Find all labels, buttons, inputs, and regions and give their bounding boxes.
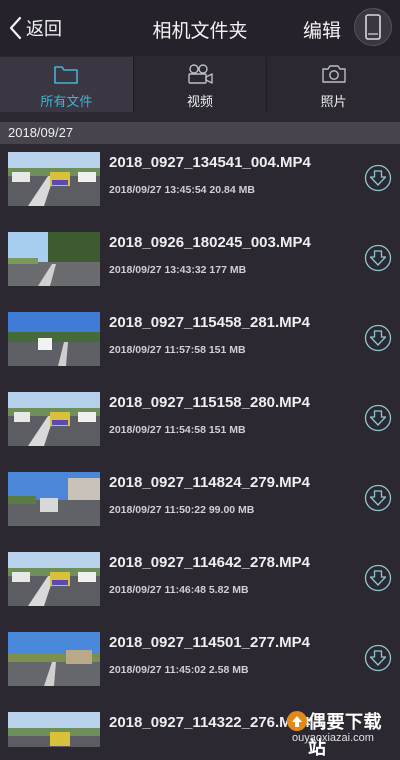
file-name: 2018_0927_114322_276.MP4	[109, 714, 311, 731]
download-button[interactable]	[364, 644, 392, 672]
file-name: 2018_0927_115158_280.MP4	[109, 394, 311, 411]
video-thumbnail	[8, 392, 100, 446]
file-name: 2018_0927_114501_277.MP4	[109, 634, 311, 651]
download-icon	[364, 164, 392, 192]
file-size: 20.84 MB	[209, 184, 255, 196]
camera-icon	[321, 65, 346, 83]
video-thumbnail	[8, 232, 100, 286]
file-meta: 2018/09/27 13:45:54 20.84 MB	[109, 184, 255, 196]
folder-icon	[54, 66, 79, 84]
download-icon	[364, 644, 392, 672]
file-list: 2018_0927_134541_004.MP4 2018/09/27 13:4…	[0, 144, 400, 747]
tab-label: 所有文件	[40, 94, 93, 109]
file-size: 5.82 MB	[208, 584, 249, 596]
tab-label: 视频	[187, 94, 214, 109]
download-icon	[364, 324, 392, 352]
file-row[interactable]: 2018_0927_114322_276.MP4	[0, 704, 400, 747]
file-name: 2018_0927_114824_279.MP4	[109, 474, 311, 491]
file-date: 2018/09/27 13:45:54	[109, 184, 207, 196]
back-label: 返回	[26, 19, 62, 39]
tab-all-files[interactable]: 所有文件	[0, 57, 134, 112]
download-button[interactable]	[364, 164, 392, 192]
file-row[interactable]: 2018_0927_114642_278.MP4 2018/09/27 11:4…	[0, 544, 400, 624]
edit-button[interactable]: 编辑	[303, 16, 341, 43]
video-thumbnail	[8, 632, 100, 686]
file-meta: 2018/09/27 11:50:22 99.00 MB	[109, 504, 254, 516]
video-thumbnail	[8, 152, 100, 206]
download-button[interactable]	[364, 564, 392, 592]
file-type-tabs: 所有文件 视频 照片	[0, 57, 400, 112]
file-date: 2018/09/27 13:43:32	[109, 264, 207, 276]
file-row[interactable]: 2018_0927_114501_277.MP4 2018/09/27 11:4…	[0, 624, 400, 704]
chevron-left-icon	[9, 16, 22, 40]
file-size: 177 MB	[209, 264, 247, 276]
file-date: 2018/09/27 11:46:48	[109, 584, 206, 596]
file-name: 2018_0927_134541_004.MP4	[109, 154, 311, 171]
file-date: 2018/09/27 11:45:02	[109, 664, 206, 676]
file-date: 2018/09/27 11:57:58	[109, 344, 206, 356]
video-thumbnail	[8, 472, 100, 526]
download-icon	[364, 404, 392, 432]
tab-photos[interactable]: 照片	[267, 57, 400, 112]
file-meta: 2018/09/27 13:43:32 177 MB	[109, 264, 246, 276]
download-button[interactable]	[364, 244, 392, 272]
file-row[interactable]: 2018_0927_114824_279.MP4 2018/09/27 11:5…	[0, 464, 400, 544]
file-meta: 2018/09/27 11:54:58 151 MB	[109, 424, 246, 436]
download-button[interactable]	[364, 404, 392, 432]
video-thumbnail	[8, 712, 100, 747]
phone-device-button[interactable]	[354, 8, 392, 46]
file-name: 2018_0926_180245_003.MP4	[109, 234, 311, 251]
file-size: 151 MB	[208, 424, 246, 436]
video-camera-icon	[188, 64, 213, 84]
file-date: 2018/09/27 11:50:22	[109, 504, 206, 516]
file-name: 2018_0927_114642_278.MP4	[109, 554, 311, 571]
download-button[interactable]	[364, 484, 392, 512]
download-button[interactable]	[364, 324, 392, 352]
file-meta: 2018/09/27 11:45:02 2.58 MB	[109, 664, 249, 676]
file-meta: 2018/09/27 11:57:58 151 MB	[109, 344, 246, 356]
file-size: 2.58 MB	[208, 664, 249, 676]
file-name: 2018_0927_115458_281.MP4	[109, 314, 311, 331]
file-row[interactable]: 2018_0927_134541_004.MP4 2018/09/27 13:4…	[0, 144, 400, 224]
download-icon	[364, 484, 392, 512]
file-row[interactable]: 2018_0926_180245_003.MP4 2018/09/27 13:4…	[0, 224, 400, 304]
video-thumbnail	[8, 552, 100, 606]
file-row[interactable]: 2018_0927_115458_281.MP4 2018/09/27 11:5…	[0, 304, 400, 384]
video-thumbnail	[8, 312, 100, 366]
download-icon	[364, 564, 392, 592]
phone-icon	[365, 14, 381, 40]
file-size: 99.00 MB	[208, 504, 255, 516]
tab-label: 照片	[320, 94, 347, 109]
file-meta: 2018/09/27 11:46:48 5.82 MB	[109, 584, 249, 596]
file-row[interactable]: 2018_0927_115158_280.MP4 2018/09/27 11:5…	[0, 384, 400, 464]
file-date: 2018/09/27 11:54:58	[109, 424, 206, 436]
date-section-header: 2018/09/27	[0, 122, 400, 144]
file-size: 151 MB	[208, 344, 246, 356]
top-bar: 返回 相机文件夹 编辑	[0, 0, 400, 56]
tab-videos[interactable]: 视频	[134, 57, 268, 112]
download-icon	[364, 244, 392, 272]
back-button[interactable]: 返回	[8, 12, 62, 44]
